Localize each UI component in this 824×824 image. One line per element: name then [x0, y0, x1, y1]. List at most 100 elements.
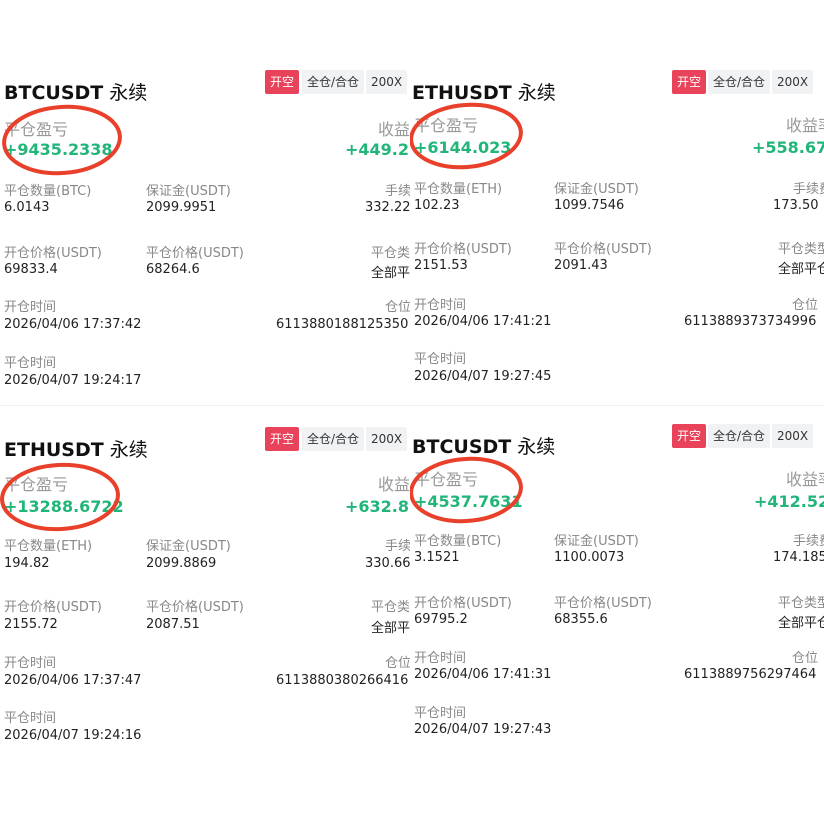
highlight-circle — [410, 98, 530, 172]
margin-value: 2099.8869 — [146, 556, 217, 571]
qty-label: 平仓数量(BTC) — [4, 184, 92, 199]
yield-label: 收益率 — [786, 470, 824, 489]
qty-label: 平仓数量(ETH) — [414, 182, 503, 197]
close-time-label: 平仓时间 — [4, 711, 57, 726]
fee-value: 173.50 — [773, 198, 819, 213]
highlight-circle — [0, 100, 130, 178]
trade-card-eth-1[interactable]: ETHUSDT 永续 开空 全仓/合仓 200X 平仓盈亏 +6144.023 收… — [410, 68, 824, 418]
margin-mode-badge: 全仓/合仓 — [302, 70, 365, 94]
open-price-value: 69795.2 — [414, 612, 468, 627]
open-price-value: 69833.4 — [4, 262, 58, 277]
close-time-value: 2026/04/07 19:24:17 — [4, 373, 142, 388]
open-time-value: 2026/04/06 17:41:21 — [414, 314, 552, 329]
yield-value: +449.29 — [345, 140, 410, 159]
qty-value: 194.82 — [4, 556, 50, 571]
margin-value: 1099.7546 — [554, 198, 625, 213]
margin-label: 保证金(USDT) — [146, 539, 231, 554]
margin-mode-badge: 全仓/合仓 — [708, 70, 771, 94]
close-time-label: 平仓时间 — [414, 706, 467, 721]
close-type-label: 平仓类型 — [778, 242, 824, 257]
side-badge: 开空 — [265, 427, 300, 451]
open-time-value: 2026/04/06 17:41:31 — [414, 667, 552, 682]
qty-value: 3.1521 — [414, 550, 460, 565]
close-price-value: 68264.6 — [146, 262, 200, 277]
open-price-label: 开仓价格(USDT) — [4, 246, 102, 261]
side-badge: 开空 — [672, 424, 707, 448]
leverage-badge: 200X — [772, 424, 814, 448]
side-badge: 开空 — [672, 70, 707, 94]
close-type-value: 全部平 — [371, 621, 410, 636]
highlight-circle — [0, 458, 128, 534]
qty-label: 平仓数量(ETH) — [4, 539, 93, 554]
yield-value: +632.82 — [345, 497, 410, 516]
qty-value: 6.0143 — [4, 200, 50, 215]
trade-card-btc-1[interactable]: BTCUSDT 永续 开空 全仓/合仓 200X 平仓盈亏 +9435.2338 … — [0, 68, 410, 418]
side-badge: 开空 — [265, 70, 300, 94]
close-price-label: 平仓价格(USDT) — [146, 600, 244, 615]
close-price-label: 平仓价格(USDT) — [554, 242, 652, 257]
position-id: 6113880188125350 — [276, 317, 409, 332]
open-price-label: 开仓价格(USDT) — [414, 242, 512, 257]
open-price-value: 2151.53 — [414, 258, 468, 273]
position-id: 6113889373734996 — [684, 314, 817, 329]
close-type-label: 平仓类型 — [778, 596, 824, 611]
close-price-label: 平仓价格(USDT) — [554, 596, 652, 611]
leverage-badge: 200X — [366, 70, 408, 94]
open-time-value: 2026/04/06 17:37:47 — [4, 673, 142, 688]
close-price-value: 2091.43 — [554, 258, 608, 273]
open-time-label: 开仓时间 — [4, 300, 57, 315]
margin-mode-badge: 全仓/合仓 — [708, 424, 771, 448]
open-time-label: 开仓时间 — [4, 656, 57, 671]
screenshot-collage: BTCUSDT 永续 开空 全仓/合仓 200X 平仓盈亏 +9435.2338 … — [0, 0, 824, 824]
close-time-label: 平仓时间 — [4, 356, 57, 371]
position-label: 仓位 — [385, 656, 410, 671]
close-time-value: 2026/04/07 19:27:45 — [414, 369, 552, 384]
open-price-label: 开仓价格(USDT) — [4, 600, 102, 615]
close-price-value: 2087.51 — [146, 617, 200, 632]
yield-label: 收益 — [378, 120, 410, 139]
close-type-label: 平仓类 — [371, 600, 410, 615]
open-time-label: 开仓时间 — [414, 651, 467, 666]
margin-value: 1100.0073 — [554, 550, 625, 565]
fee-label: 手续费 — [793, 534, 824, 549]
close-type-label: 平仓类 — [371, 246, 410, 261]
position-label: 仓位 — [792, 651, 819, 666]
position-label: 仓位 — [792, 298, 819, 313]
yield-label: 收益 — [378, 475, 410, 494]
yield-value: +558.67% — [752, 138, 824, 157]
fee-value: 174.185 — [773, 550, 824, 565]
open-time-value: 2026/04/06 17:37:42 — [4, 317, 142, 332]
yield-label: 收益率 — [786, 116, 824, 135]
fee-value: 330.66 — [365, 556, 410, 571]
leverage-badge: 200X — [772, 70, 814, 94]
qty-value: 102.23 — [414, 198, 460, 213]
trade-card-eth-2[interactable]: ETHUSDT 永续 开空 全仓/合仓 200X 平仓盈亏 +13288.6722… — [0, 425, 410, 775]
open-price-label: 开仓价格(USDT) — [414, 596, 512, 611]
margin-value: 2099.9951 — [146, 200, 217, 215]
margin-label: 保证金(USDT) — [554, 534, 639, 549]
open-time-label: 开仓时间 — [414, 298, 467, 313]
fee-label: 手续 — [385, 539, 410, 554]
row-divider — [0, 405, 824, 406]
leverage-badge: 200X — [366, 427, 408, 451]
yield-value: +412.52% — [754, 492, 824, 511]
open-price-value: 2155.72 — [4, 617, 58, 632]
margin-mode-badge: 全仓/合仓 — [302, 427, 365, 451]
position-id: 6113889756297464 — [684, 667, 817, 682]
close-time-value: 2026/04/07 19:24:16 — [4, 728, 142, 743]
close-time-label: 平仓时间 — [414, 352, 467, 367]
close-price-value: 68355.6 — [554, 612, 608, 627]
close-type-value: 全部平 — [371, 266, 410, 281]
highlight-circle — [410, 452, 530, 526]
margin-label: 保证金(USDT) — [554, 182, 639, 197]
close-time-value: 2026/04/07 19:27:43 — [414, 722, 552, 737]
position-label: 仓位 — [385, 300, 410, 315]
fee-label: 手续 — [385, 184, 410, 199]
close-type-value: 全部平仓 — [778, 262, 824, 277]
qty-label: 平仓数量(BTC) — [414, 534, 502, 549]
trade-card-btc-2[interactable]: BTCUSDT 永续 开空 全仓/合仓 200X 平仓盈亏 +4537.7631 … — [410, 422, 824, 772]
close-price-label: 平仓价格(USDT) — [146, 246, 244, 261]
fee-label: 手续费 — [793, 182, 824, 197]
close-type-value: 全部平仓 — [778, 616, 824, 631]
margin-label: 保证金(USDT) — [146, 184, 231, 199]
